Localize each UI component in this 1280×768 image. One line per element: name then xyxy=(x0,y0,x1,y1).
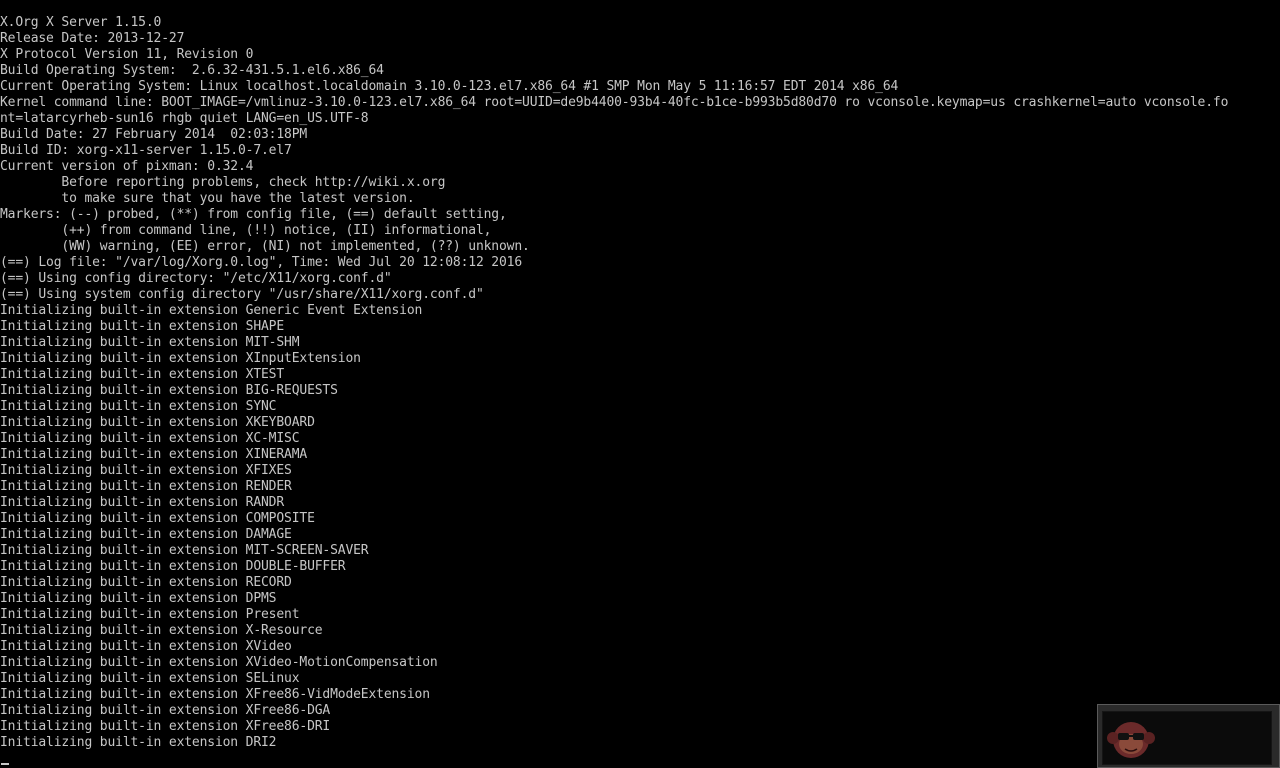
console-line: Initializing built-in extension XKEYBOAR… xyxy=(0,415,315,430)
console-line: Initializing built-in extension DOUBLE-B… xyxy=(0,559,346,574)
console-line: Initializing built-in extension BIG-REQU… xyxy=(0,383,338,398)
console-line: Initializing built-in extension RECORD xyxy=(0,575,292,590)
console-line: (==) Using config directory: "/etc/X11/x… xyxy=(0,271,392,286)
console-line: Initializing built-in extension Generic … xyxy=(0,303,423,318)
console-line: Initializing built-in extension COMPOSIT… xyxy=(0,511,315,526)
console-line: Initializing built-in extension DAMAGE xyxy=(0,527,292,542)
terminal-screen: X.Org X Server 1.15.0 Release Date: 2013-… xyxy=(0,0,1280,768)
console-line: Initializing built-in extension Present xyxy=(0,607,300,622)
console-line: Initializing built-in extension MIT-SHM xyxy=(0,335,300,350)
console-line: (==) Using system config directory "/usr… xyxy=(0,287,484,302)
console-line: Current Operating System: Linux localhos… xyxy=(0,79,899,94)
console-line: nt=latarcyrheb-sun16 rhgb quiet LANG=en_… xyxy=(0,111,369,126)
console-line: (WW) warning, (EE) error, (NI) not imple… xyxy=(0,239,530,254)
console-line: X Protocol Version 11, Revision 0 xyxy=(0,47,254,62)
console-line: Kernel command line: BOOT_IMAGE=/vmlinuz… xyxy=(0,95,1229,110)
console-line: Initializing built-in extension XFree86-… xyxy=(0,703,331,718)
console-line: Initializing built-in extension XC-MISC xyxy=(0,431,300,446)
console-line: Initializing built-in extension SYNC xyxy=(0,399,277,414)
console-line: Initializing built-in extension XVideo-M… xyxy=(0,655,438,670)
console-line: Build ID: xorg-x11-server 1.15.0-7.el7 xyxy=(0,143,292,158)
console-line: (++) from command line, (!!) notice, (II… xyxy=(0,223,492,238)
monkey-sunglasses-icon xyxy=(1107,722,1155,758)
console-line: Build Operating System: 2.6.32-431.5.1.e… xyxy=(0,63,384,78)
console-line: to make sure that you have the latest ve… xyxy=(0,191,415,206)
console-line: Initializing built-in extension SELinux xyxy=(0,671,300,686)
console-line: Initializing built-in extension XFree86-… xyxy=(0,719,331,734)
console-line: Initializing built-in extension RENDER xyxy=(0,479,292,494)
console-line: Initializing built-in extension XFree86-… xyxy=(0,687,430,702)
console-line: Build Date: 27 February 2014 02:03:18PM xyxy=(0,127,308,142)
console-line: Initializing built-in extension DRI2 xyxy=(0,735,277,750)
console-line: Initializing built-in extension SHAPE xyxy=(0,319,285,334)
console-line: Initializing built-in extension MIT-SCRE… xyxy=(0,543,369,558)
console-line: Initializing built-in extension XFIXES xyxy=(0,463,292,478)
console-line: Before reporting problems, check http://… xyxy=(0,175,446,190)
console-line: Initializing built-in extension DPMS xyxy=(0,591,277,606)
console-line: Initializing built-in extension RANDR xyxy=(0,495,285,510)
console-output: X.Org X Server 1.15.0 Release Date: 2013-… xyxy=(0,15,1280,751)
console-line: Markers: (--) probed, (**) from config f… xyxy=(0,207,507,222)
console-line: Initializing built-in extension XINERAMA xyxy=(0,447,308,462)
overlay-panel xyxy=(1102,711,1272,765)
text-cursor-icon xyxy=(1,763,9,765)
console-line: Initializing built-in extension X-Resour… xyxy=(0,623,323,638)
console-line: Release Date: 2013-12-27 xyxy=(0,31,185,46)
console-line: X.Org X Server 1.15.0 xyxy=(0,15,162,30)
console-line: (==) Log file: "/var/log/Xorg.0.log", Ti… xyxy=(0,255,523,270)
console-line: Initializing built-in extension XInputEx… xyxy=(0,351,361,366)
console-line: Initializing built-in extension XTEST xyxy=(0,367,285,382)
webcam-overlay xyxy=(1097,704,1280,768)
console-line: Current version of pixman: 0.32.4 xyxy=(0,159,254,174)
console-line: Initializing built-in extension XVideo xyxy=(0,639,292,654)
